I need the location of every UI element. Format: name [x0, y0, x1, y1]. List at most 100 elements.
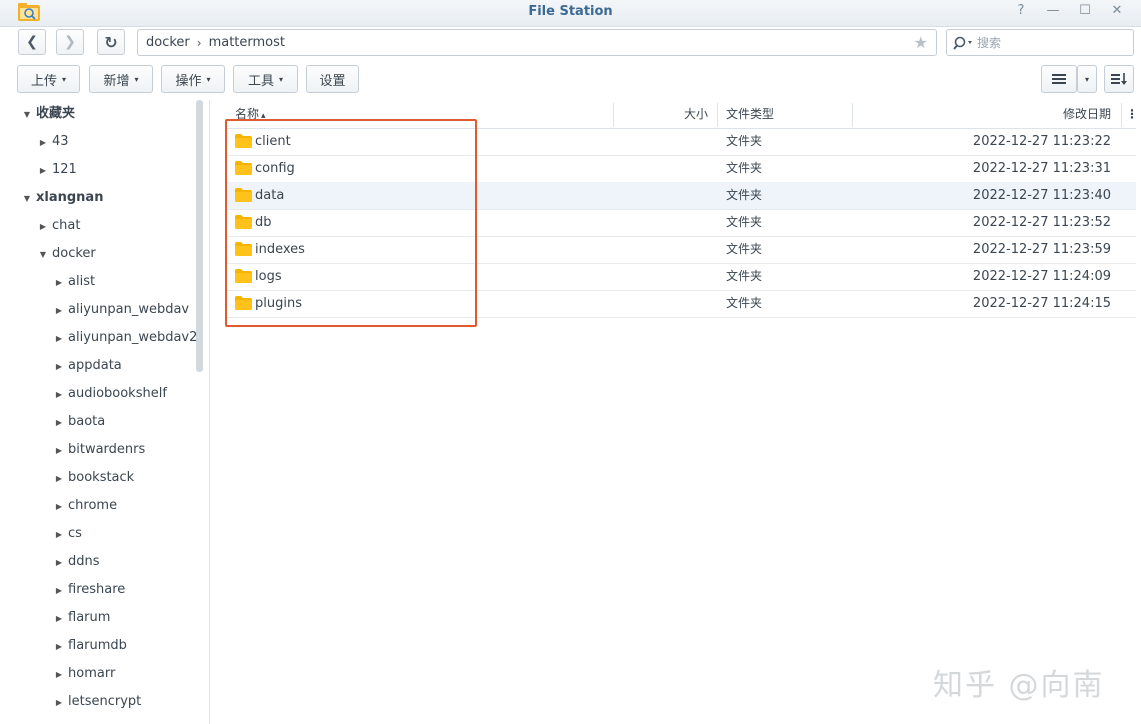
tools-button[interactable]: 工具 ▾ — [233, 65, 298, 93]
file-row[interactable]: config 文件夹 2022-12-27 11:23:31 — [225, 155, 1136, 183]
collapsed-arrow-icon[interactable]: ▶ — [52, 689, 66, 717]
file-row[interactable]: client 文件夹 2022-12-27 11:23:22 — [225, 128, 1136, 156]
sidebar-item[interactable]: ▼ 收藏夹 — [20, 100, 75, 128]
collapsed-arrow-icon[interactable]: ▶ — [52, 325, 66, 353]
path-bar[interactable]: docker › mattermost ★ — [137, 29, 937, 56]
refresh-button[interactable]: ↻ — [97, 29, 125, 55]
sidebar-item[interactable]: ▶ flarum — [52, 604, 110, 632]
sidebar-item[interactable]: ▶ baota — [52, 408, 105, 436]
sidebar-item[interactable]: ▶ letsencrypt — [52, 688, 141, 716]
sidebar-item[interactable]: ▶ alist — [52, 268, 95, 296]
upload-button[interactable]: 上传 ▾ — [17, 65, 80, 93]
column-divider[interactable] — [1121, 103, 1122, 127]
sidebar-item[interactable]: ▶ bookstack — [52, 464, 134, 492]
title-bar: File Station ? — ☐ ✕ — [0, 0, 1141, 27]
back-button[interactable]: ❮ — [18, 29, 46, 55]
sidebar-item[interactable]: ▶ cs — [52, 520, 82, 548]
chevron-down-icon: ▾ — [206, 74, 211, 84]
column-options-icon[interactable]: ⋮ — [1126, 100, 1138, 128]
folder-icon — [235, 188, 252, 202]
list-view-button[interactable] — [1041, 65, 1077, 93]
expanded-arrow-icon[interactable]: ▼ — [20, 101, 34, 129]
sidebar-item[interactable]: ▶ chat — [36, 212, 81, 241]
file-row[interactable]: indexes 文件夹 2022-12-27 11:23:59 — [225, 236, 1136, 264]
forward-button[interactable]: ❯ — [56, 29, 84, 55]
collapsed-arrow-icon[interactable]: ▶ — [52, 269, 66, 297]
create-button[interactable]: 新增 ▾ — [89, 65, 153, 93]
sidebar-item[interactable]: ▶ bitwardenrs — [52, 436, 145, 464]
folder-icon — [235, 269, 252, 283]
file-type: 文件夹 — [726, 242, 763, 256]
column-divider[interactable] — [613, 103, 614, 127]
search-input[interactable]: 搜索 — [946, 29, 1134, 56]
expanded-arrow-icon[interactable]: ▼ — [36, 241, 50, 269]
collapsed-arrow-icon[interactable]: ▶ — [36, 129, 50, 157]
collapsed-arrow-icon[interactable]: ▶ — [52, 353, 66, 381]
sidebar-item[interactable]: ▶ fireshare — [52, 576, 125, 604]
chevron-down-icon: ▾ — [62, 74, 67, 84]
collapsed-arrow-icon[interactable]: ▶ — [52, 661, 66, 689]
collapsed-arrow-icon[interactable]: ▶ — [52, 549, 66, 577]
collapsed-arrow-icon[interactable]: ▶ — [52, 465, 66, 493]
breadcrumb-mattermost[interactable]: mattermost — [209, 35, 285, 50]
sort-button[interactable] — [1104, 65, 1134, 93]
file-row[interactable]: plugins 文件夹 2022-12-27 11:24:15 — [225, 290, 1136, 318]
action-button[interactable]: 操作 ▾ — [161, 65, 225, 93]
file-row[interactable]: data 文件夹 2022-12-27 11:23:40 — [225, 182, 1136, 210]
search-icon[interactable] — [953, 36, 975, 50]
column-divider[interactable] — [717, 103, 718, 127]
sidebar-item[interactable]: ▶ aliyunpan_webdav2 — [52, 324, 197, 352]
collapsed-arrow-icon[interactable]: ▶ — [52, 437, 66, 465]
favorite-star-icon[interactable]: ★ — [914, 33, 928, 52]
action-label: 操作 — [175, 73, 202, 89]
folder-icon — [235, 134, 252, 148]
sidebar-item-label: flarumdb — [68, 638, 127, 653]
file-name: data — [255, 188, 285, 203]
file-modified: 2022-12-27 11:23:40 — [972, 188, 1111, 203]
maximize-icon[interactable]: ☐ — [1075, 3, 1095, 18]
column-name[interactable]: 名称 ▴ — [235, 100, 266, 128]
collapsed-arrow-icon[interactable]: ▶ — [52, 493, 66, 521]
sidebar-item[interactable]: ▶ chrome — [52, 492, 117, 520]
sidebar-item-label: homarr — [68, 666, 116, 681]
sidebar-item-label: audiobookshelf — [68, 386, 167, 401]
collapsed-arrow-icon[interactable]: ▶ — [52, 521, 66, 549]
close-icon[interactable]: ✕ — [1107, 3, 1127, 18]
collapsed-arrow-icon[interactable]: ▶ — [52, 605, 66, 633]
file-type: 文件夹 — [726, 134, 763, 148]
sort-ascending-icon: ▴ — [261, 111, 266, 121]
collapsed-arrow-icon[interactable]: ▶ — [52, 577, 66, 605]
file-row[interactable]: db 文件夹 2022-12-27 11:23:52 — [225, 209, 1136, 237]
collapsed-arrow-icon[interactable]: ▶ — [52, 381, 66, 409]
sidebar-item[interactable]: ▼ xlangnan — [20, 184, 104, 213]
collapsed-arrow-icon[interactable]: ▶ — [52, 297, 66, 325]
sidebar-item[interactable]: ▶ 43 — [36, 128, 69, 156]
sidebar-item[interactable]: ▼ docker — [36, 240, 96, 268]
create-label: 新增 — [103, 73, 130, 89]
collapsed-arrow-icon[interactable]: ▶ — [36, 213, 50, 241]
collapsed-arrow-icon[interactable]: ▶ — [52, 409, 66, 437]
column-divider[interactable] — [852, 103, 853, 127]
sidebar-item[interactable]: ▶ aliyunpan_webdav — [52, 296, 189, 324]
sidebar-item[interactable]: ▶ flarumdb — [52, 632, 127, 660]
minimize-icon[interactable]: — — [1043, 3, 1063, 18]
view-dropdown-button[interactable]: ▾ — [1077, 65, 1097, 93]
sidebar-item[interactable]: ▶ audiobookshelf — [52, 380, 167, 408]
column-type[interactable]: 文件类型 — [726, 100, 774, 128]
sidebar-item-label: aliyunpan_webdav2 — [68, 330, 198, 345]
file-modified: 2022-12-27 11:24:15 — [972, 296, 1111, 311]
sidebar-item[interactable]: ▶ appdata — [52, 352, 122, 380]
collapsed-arrow-icon[interactable]: ▶ — [52, 633, 66, 661]
column-modified[interactable]: 修改日期 — [1063, 100, 1111, 128]
column-size[interactable]: 大小 — [684, 100, 708, 128]
help-icon[interactable]: ? — [1011, 3, 1031, 18]
sidebar-item[interactable]: ▶ ddns — [52, 548, 100, 576]
breadcrumb-docker[interactable]: docker — [146, 35, 190, 50]
expanded-arrow-icon[interactable]: ▼ — [20, 185, 34, 213]
sidebar-item[interactable]: ▶ homarr — [52, 660, 115, 688]
settings-button[interactable]: 设置 — [306, 65, 359, 93]
sidebar-item-label: bitwardenrs — [68, 442, 146, 457]
collapsed-arrow-icon[interactable]: ▶ — [36, 157, 50, 185]
file-row[interactable]: logs 文件夹 2022-12-27 11:24:09 — [225, 263, 1136, 291]
sidebar-item[interactable]: ▶ 121 — [36, 156, 77, 184]
